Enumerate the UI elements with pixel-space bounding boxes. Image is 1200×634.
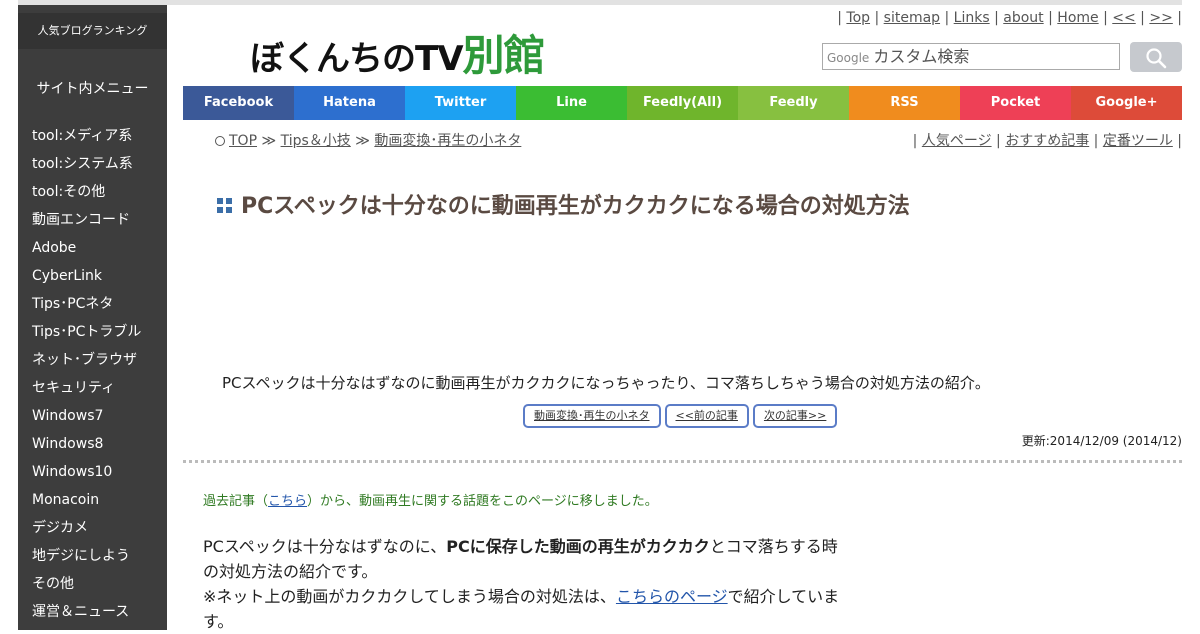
- moved-notice-link[interactable]: こちら: [268, 494, 307, 509]
- next-article-button[interactable]: 次の記事>>: [752, 404, 838, 428]
- google-label: Google: [827, 51, 870, 65]
- sidebar-item[interactable]: Windows8: [18, 430, 167, 458]
- sidebar-menu: tool:メディア系 tool:システム系 tool:その他 動画エンコード A…: [18, 122, 167, 626]
- top-link-links[interactable]: Links: [954, 10, 990, 26]
- right-links: | 人気ページ | おすすめ記事 | 定番ツール |: [912, 133, 1182, 149]
- dotted-divider: [183, 460, 1182, 463]
- breadcrumb-separator: ≫: [261, 133, 277, 149]
- top-links: | Top | sitemap | Links | about | Home |…: [837, 10, 1182, 26]
- sidebar-item[interactable]: Adobe: [18, 234, 167, 262]
- site-logo[interactable]: ぼくんちのTV別館: [250, 22, 546, 83]
- sidebar-item[interactable]: Tips･PCトラブル: [18, 318, 167, 346]
- share-feedly-all-button[interactable]: Feedly(All): [627, 86, 738, 120]
- sidebar-item[interactable]: Tips･PCネタ: [18, 290, 167, 318]
- title-bullet-icon: [217, 198, 233, 214]
- top-link-sitemap[interactable]: sitemap: [884, 10, 940, 26]
- moved-notice: 過去記事（こちら）から、動画再生に関する話題をこのページに移しました。: [203, 490, 658, 509]
- sidebar-item[interactable]: tool:システム系: [18, 150, 167, 178]
- logo-accent-text: 別館: [462, 31, 546, 80]
- logo-text: ぼくんちのTV: [250, 39, 464, 79]
- body-bold-text: PCに保存した動画の再生がカクカク: [446, 537, 710, 556]
- sidebar-item[interactable]: Windows10: [18, 458, 167, 486]
- category-nav-button[interactable]: 動画変換･再生の小ネタ: [523, 404, 661, 428]
- breadcrumb: TOP ≫ Tips＆小技 ≫ 動画変換･再生の小ネタ: [215, 130, 521, 150]
- share-facebook-button[interactable]: Facebook: [183, 86, 294, 120]
- sidebar-item[interactable]: tool:その他: [18, 178, 167, 206]
- sidebar-item[interactable]: tool:メディア系: [18, 122, 167, 150]
- share-line-button[interactable]: Line: [516, 86, 627, 120]
- sidebar-item[interactable]: 運営＆ニュース: [18, 598, 167, 626]
- sidebar-item[interactable]: Monacoin: [18, 486, 167, 514]
- share-feedly-button[interactable]: Feedly: [738, 86, 849, 120]
- moved-notice-text: 過去記事（: [203, 494, 269, 509]
- top-link-home[interactable]: Home: [1057, 10, 1098, 26]
- recommended-link[interactable]: おすすめ記事: [1005, 133, 1089, 149]
- share-hatena-button[interactable]: Hatena: [294, 86, 405, 120]
- search-button[interactable]: [1130, 42, 1182, 72]
- share-googleplus-button[interactable]: Google+: [1071, 86, 1182, 120]
- top-link-top[interactable]: Top: [846, 10, 870, 26]
- share-rss-button[interactable]: RSS: [849, 86, 960, 120]
- share-pocket-button[interactable]: Pocket: [960, 86, 1071, 120]
- search-placeholder: カスタム検索: [873, 47, 970, 66]
- sidebar-item[interactable]: Windows7: [18, 402, 167, 430]
- moved-notice-text: ）から、動画再生に関する話題をこのページに移しました。: [307, 494, 658, 509]
- body-paragraph: PCスペックは十分なはずなのに、PCに保存した動画の再生がカクカクとコマ落ちする…: [203, 534, 843, 584]
- body-paragraph: ※ネット上の動画がカクカクしてしまう場合の対処法は、こちらのページで紹介していま…: [203, 584, 843, 634]
- top-link-prev[interactable]: <<: [1112, 10, 1135, 26]
- page-title-wrap: PCスペックは十分なのに動画再生がカクカクになる場合の対処方法: [217, 188, 910, 220]
- search-input[interactable]: Google カスタム検索: [822, 43, 1120, 70]
- share-bar: Facebook Hatena Twitter Line Feedly(All)…: [183, 86, 1182, 120]
- popular-pages-link[interactable]: 人気ページ: [922, 133, 992, 149]
- page-title: PCスペックは十分なのに動画再生がカクカクになる場合の対処方法: [241, 194, 910, 219]
- share-twitter-button[interactable]: Twitter: [405, 86, 516, 120]
- sidebar-item[interactable]: デジカメ: [18, 514, 167, 542]
- sidebar-item[interactable]: ネット･ブラウザ: [18, 346, 167, 374]
- prev-article-button[interactable]: <<前の記事: [664, 404, 749, 428]
- breadcrumb-category[interactable]: Tips＆小技: [281, 133, 351, 149]
- top-border: [18, 0, 1182, 5]
- article-body: PCスペックは十分なはずなのに、PCに保存した動画の再生がカクカクとコマ落ちする…: [203, 534, 843, 634]
- sidebar-item[interactable]: その他: [18, 570, 167, 598]
- breadcrumb-top[interactable]: TOP: [229, 133, 257, 149]
- standard-tools-link[interactable]: 定番ツール: [1103, 133, 1173, 149]
- article-nav: 動画変換･再生の小ネタ <<前の記事 次の記事>>: [523, 404, 838, 428]
- breadcrumb-separator: ≫: [355, 133, 370, 149]
- circle-icon: [215, 136, 225, 146]
- sidebar-item[interactable]: セキュリティ: [18, 374, 167, 402]
- sidebar-item[interactable]: 地デジにしよう: [18, 542, 167, 570]
- updated-date: 更新:2014/12/09 (2014/12): [1021, 434, 1182, 448]
- sidebar-item[interactable]: CyberLink: [18, 262, 167, 290]
- article-intro: PCスペックは十分なはずなのに動画再生がカクカクになっちゃったり、コマ落ちしちゃ…: [222, 374, 990, 392]
- body-text: ※ネット上の動画がカクカクしてしまう場合の対処法は、: [203, 587, 616, 606]
- blog-ranking-banner[interactable]: 人気ブログランキング: [18, 13, 167, 49]
- body-link[interactable]: こちらのページ: [616, 587, 728, 606]
- site-menu-title: サイト内メニュー: [36, 81, 149, 97]
- breadcrumb-subcategory[interactable]: 動画変換･再生の小ネタ: [374, 133, 521, 149]
- sidebar-item[interactable]: 動画エンコード: [18, 206, 167, 234]
- body-text: PCスペックは十分なはずなのに、: [203, 537, 447, 556]
- top-link-about[interactable]: about: [1003, 10, 1043, 26]
- top-link-next[interactable]: >>: [1149, 10, 1172, 26]
- search-icon: [1146, 48, 1167, 69]
- sidebar: 人気ブログランキング サイト内メニュー tool:メディア系 tool:システム…: [18, 5, 167, 630]
